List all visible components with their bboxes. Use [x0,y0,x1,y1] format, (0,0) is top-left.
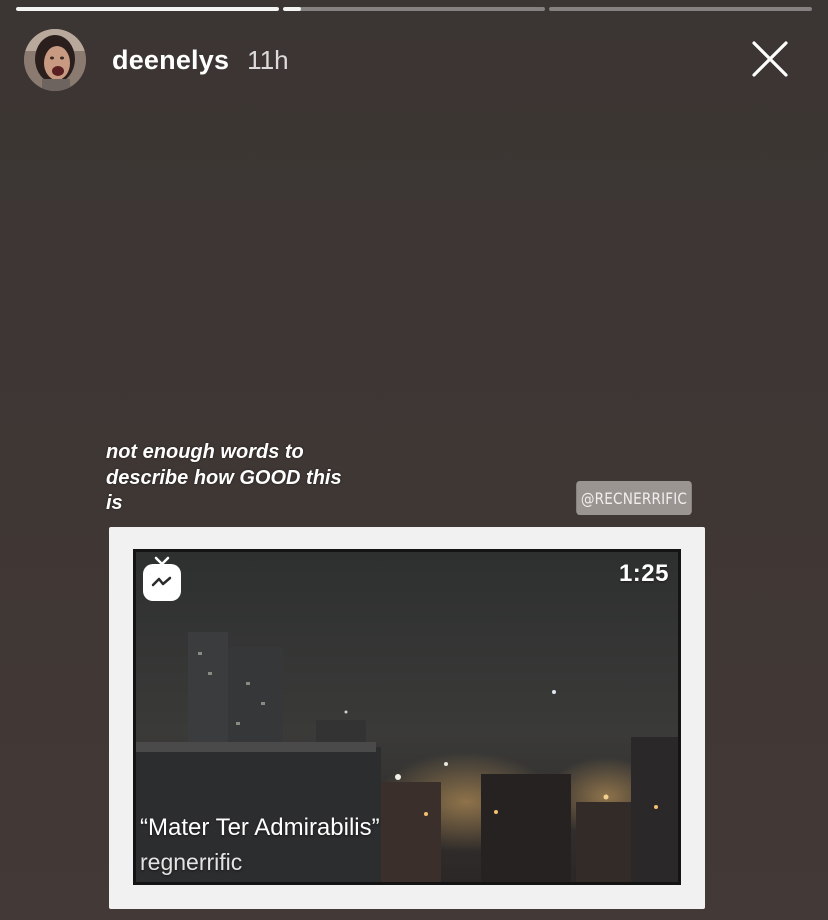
post-time: 11h [247,44,289,75]
story-segment-2 [282,7,546,11]
video-author[interactable]: regnerrific [140,849,242,876]
story-caption: not enough words to describe how GOOD th… [106,441,342,514]
story-segment-2-fill [282,7,302,11]
video-thumbnail[interactable]: 1:25 “Mater Ter Admirabilis” regnerrific [133,549,681,885]
story-progress-bar [16,7,813,11]
avatar-image [24,29,86,91]
story-segment-1-fill [16,7,279,11]
story-segment-1 [16,7,279,11]
close-button[interactable] [750,39,790,79]
story-segment-3 [549,7,813,11]
video-title: “Mater Ter Admirabilis” [140,814,380,841]
igtv-icon [143,556,181,601]
story-header: deenelys 11h [24,28,808,92]
igtv-share-card[interactable]: 1:25 “Mater Ter Admirabilis” regnerrific [109,527,705,909]
mention-sticker[interactable]: @RECNERRIFIC [576,481,692,515]
video-duration: 1:25 [618,560,669,587]
avatar[interactable] [24,29,86,91]
close-icon [752,41,788,77]
username[interactable]: deenelys [112,45,229,76]
